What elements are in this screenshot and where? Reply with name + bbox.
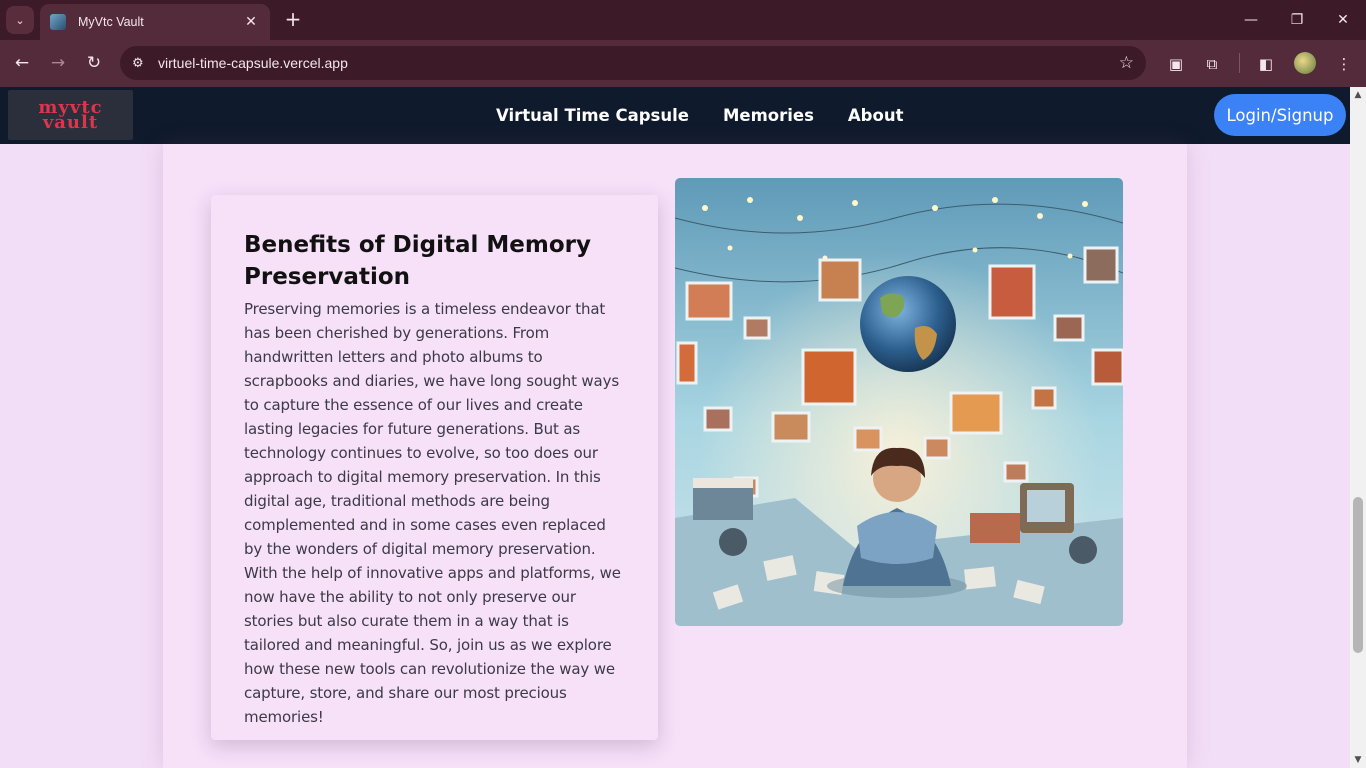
address-bar[interactable]: ⚙ virtuel-time-capsule.vercel.app ☆	[120, 46, 1146, 80]
toolbar-divider	[1239, 53, 1240, 73]
site-logo[interactable]: myvtc vault	[8, 90, 133, 140]
logo-line-2: vault	[42, 112, 99, 133]
memories-illustration-svg	[675, 178, 1123, 626]
site-favicon-icon	[50, 14, 66, 30]
side-panel-icon[interactable]: ◧	[1254, 52, 1278, 76]
nav-link-memories[interactable]: Memories	[723, 106, 814, 125]
close-window-icon[interactable]: ✕	[1320, 0, 1366, 40]
browser-tab-bar: ⌄ MyVtc Vault ✕ + — ❐ ✕	[0, 0, 1366, 40]
browser-tab[interactable]: MyVtc Vault ✕	[40, 4, 270, 40]
scroll-thumb[interactable]	[1353, 497, 1363, 653]
nav-links: Virtual Time Capsule Memories About	[496, 87, 903, 144]
minimize-icon[interactable]: —	[1228, 0, 1274, 40]
scroll-down-arrow-icon[interactable]: ▼	[1350, 752, 1366, 768]
tab-search-chevron-icon[interactable]: ⌄	[6, 6, 34, 34]
login-signup-button[interactable]: Login/Signup	[1214, 94, 1346, 136]
new-tab-plus-icon[interactable]: +	[282, 8, 304, 30]
section-body: Preserving memories is a timeless endeav…	[244, 300, 621, 726]
extensions-puzzle-icon[interactable]: ⧉	[1200, 52, 1224, 76]
media-control-icon[interactable]: ▣	[1164, 52, 1188, 76]
tab-title: MyVtc Vault	[78, 15, 144, 29]
forward-arrow-icon[interactable]: →	[45, 50, 71, 76]
site-navbar: myvtc vault Virtual Time Capsule Memorie…	[0, 87, 1350, 144]
page-scrollbar[interactable]: ▲ ▼	[1350, 87, 1366, 768]
browser-menu-icon[interactable]: ⋮	[1332, 52, 1356, 76]
address-url[interactable]: virtuel-time-capsule.vercel.app	[158, 55, 1119, 71]
benefits-card: Benefits of Digital Memory Preservation …	[211, 195, 658, 740]
reload-icon[interactable]: ↻	[81, 50, 107, 76]
section-title: Benefits of Digital Memory Preservation	[244, 232, 591, 290]
bookmark-star-icon[interactable]: ☆	[1119, 53, 1134, 73]
profile-avatar[interactable]	[1294, 52, 1316, 74]
browser-toolbar: ← → ↻ ⚙ virtuel-time-capsule.vercel.app …	[0, 40, 1366, 87]
nav-link-virtual-time-capsule[interactable]: Virtual Time Capsule	[496, 106, 689, 125]
restore-icon[interactable]: ❐	[1274, 0, 1320, 40]
memories-illustration	[675, 178, 1123, 626]
back-arrow-icon[interactable]: ←	[9, 50, 35, 76]
scroll-up-arrow-icon[interactable]: ▲	[1350, 87, 1366, 103]
nav-link-about[interactable]: About	[848, 106, 904, 125]
close-tab-icon[interactable]: ✕	[242, 14, 260, 30]
site-info-icon[interactable]: ⚙	[132, 56, 158, 71]
